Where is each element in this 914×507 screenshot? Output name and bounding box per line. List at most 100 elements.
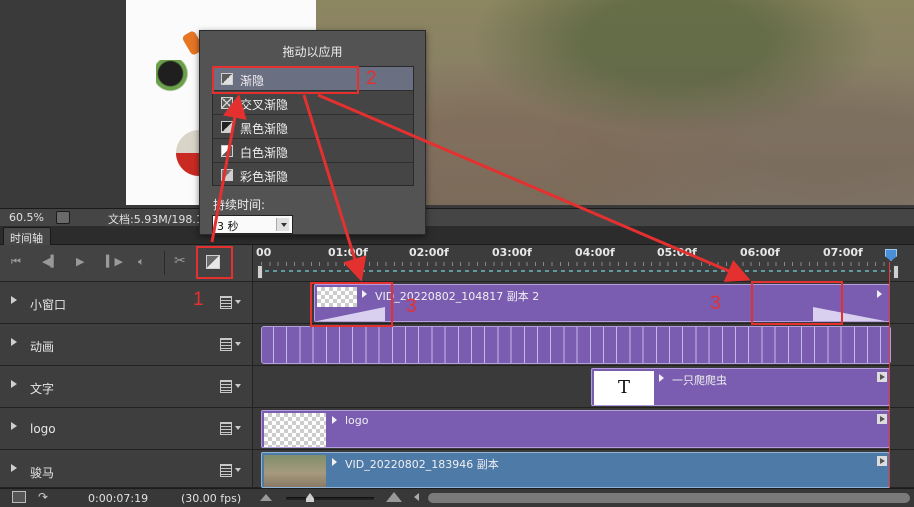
transition-label: 交叉渐隐 <box>240 98 289 112</box>
clip-end-icon[interactable] <box>877 290 882 298</box>
expand-arrow-icon[interactable] <box>11 296 17 304</box>
render-video-icon[interactable] <box>12 491 26 503</box>
film-strip-icon[interactable] <box>220 338 232 351</box>
transition-item-fade[interactable]: 渐隐 <box>213 67 413 91</box>
track-lane-logo[interactable]: logo <box>252 408 914 450</box>
film-strip-icon[interactable] <box>220 422 232 435</box>
horizontal-scrollbar[interactable] <box>428 493 910 503</box>
clip-play-icon[interactable] <box>332 458 337 466</box>
work-area-end-handle[interactable] <box>893 265 899 279</box>
scroll-left-icon[interactable] <box>414 493 419 501</box>
transition-item-fade-black[interactable]: 黑色渐隐 <box>213 115 413 139</box>
tab-timeline[interactable]: 时间轴 <box>3 227 51 245</box>
panel-tabbar: 时间轴 <box>0 226 914 245</box>
animation-frames[interactable] <box>261 326 891 364</box>
ruler-tick: 05:00f <box>657 246 697 259</box>
transition-list: 渐隐 交叉渐隐 黑色渐隐 白色渐隐 彩色渐隐 <box>212 66 414 186</box>
track-lane-text[interactable]: T 一只爬爬虫 <box>252 366 914 408</box>
previous-frame-icon[interactable]: ◀▍ <box>42 255 59 268</box>
chevron-down-icon[interactable] <box>235 342 241 346</box>
annotation-number: 3 <box>710 293 721 314</box>
track-header-animation[interactable]: 动画 <box>0 324 252 366</box>
clip-label: VID_20220802_183946 副本 <box>345 458 499 471</box>
clip-thumbnail <box>264 455 326 487</box>
film-strip-icon[interactable] <box>220 380 232 393</box>
track-lane-small-window[interactable]: VID_20220802_104817 副本 2 <box>252 282 914 324</box>
track-header-small-window[interactable]: 小窗口 <box>0 282 252 324</box>
work-area-start-handle[interactable] <box>257 265 263 279</box>
next-frame-icon[interactable]: ▍▶ <box>106 255 123 268</box>
transition-label: 彩色渐隐 <box>240 170 289 184</box>
expand-arrow-icon[interactable] <box>11 422 17 430</box>
preview-figure <box>156 60 192 94</box>
clip-logo[interactable]: logo <box>261 410 890 448</box>
track-name: 骏马 <box>30 466 55 480</box>
chevron-down-icon[interactable] <box>235 384 241 388</box>
split-scissors-icon[interactable]: ✂ <box>174 253 186 269</box>
skip-to-start-icon[interactable]: ⏮ <box>11 255 21 269</box>
expand-arrow-icon[interactable] <box>11 380 17 388</box>
timeline-zoom-slider[interactable] <box>286 497 374 500</box>
chevron-down-icon[interactable] <box>281 223 287 227</box>
clip-label: 一只爬爬虫 <box>672 374 727 387</box>
track-header-logo[interactable]: logo <box>0 408 252 450</box>
convert-icon[interactable]: ↷ <box>38 490 48 504</box>
clip-small-window[interactable]: VID_20220802_104817 副本 2 <box>314 284 890 322</box>
frame-rate: (30.00 fps) <box>181 492 242 505</box>
annotation-number: 3 <box>406 296 417 317</box>
clip-text[interactable]: T 一只爬爬虫 <box>591 368 890 406</box>
clip-thumbnail <box>264 413 326 447</box>
clip-end-icon[interactable] <box>877 456 887 466</box>
ruler-tick: 04:00f <box>575 246 615 259</box>
expand-arrow-icon[interactable] <box>11 464 17 472</box>
clip-play-icon[interactable] <box>332 416 337 424</box>
film-strip-icon[interactable] <box>220 296 232 309</box>
canvas-preview <box>0 0 914 208</box>
expand-arrow-icon[interactable] <box>11 338 17 346</box>
ruler-tick: 00 <box>256 246 272 259</box>
zoom-level[interactable]: 60.5% <box>9 211 44 224</box>
transition-item-cross-fade[interactable]: 交叉渐隐 <box>213 91 413 115</box>
track-name: 文字 <box>30 382 55 396</box>
clip-end-icon[interactable] <box>877 414 887 424</box>
time-ruler[interactable]: 00 01:00f 02:00f 03:00f 04:00f 05:00f 06… <box>252 245 914 282</box>
track-lane-animation[interactable] <box>252 324 914 366</box>
track-lane-horse[interactable]: VID_20220802_183946 副本 <box>252 450 914 488</box>
clip-end-icon[interactable] <box>877 372 887 382</box>
clip-play-icon[interactable] <box>659 374 664 382</box>
document-info: 文档:5.93M/198.1 <box>108 213 203 226</box>
track-name: 动画 <box>30 340 55 354</box>
track-header-text[interactable]: 文字 <box>0 366 252 408</box>
film-strip-icon[interactable] <box>220 464 232 477</box>
playhead-handle[interactable] <box>885 249 897 261</box>
ruler-tick: 06:00f <box>740 246 780 259</box>
transition-icon[interactable] <box>206 255 220 269</box>
transition-item-fade-white[interactable]: 白色渐隐 <box>213 139 413 163</box>
work-area-bar[interactable] <box>257 265 899 279</box>
transition-item-fade-color[interactable]: 彩色渐隐 <box>213 163 413 185</box>
transition-popup: 拖动以应用 渐隐 交叉渐隐 黑色渐隐 白色渐隐 彩色渐隐 持续时间: 3 秒 <box>199 30 426 235</box>
zoom-out-icon[interactable] <box>260 494 272 501</box>
zoom-slider-knob[interactable] <box>306 493 314 502</box>
clip-play-icon[interactable] <box>362 290 367 298</box>
audio-icon[interactable]: 🔈︎ <box>138 255 145 269</box>
track-name: logo <box>30 422 56 436</box>
text-clip-thumbnail: T <box>594 371 654 405</box>
work-area-line <box>265 270 891 272</box>
fade-in-transition[interactable] <box>317 307 385 321</box>
track-name: 小窗口 <box>30 298 67 312</box>
controls-divider <box>197 251 198 275</box>
track-header-horse[interactable]: 骏马 <box>0 450 252 488</box>
clip-horse[interactable]: VID_20220802_183946 副本 <box>261 452 890 488</box>
zoom-in-icon[interactable] <box>386 492 402 502</box>
fade-out-transition[interactable] <box>813 307 885 321</box>
transition-label: 白色渐隐 <box>240 146 289 160</box>
play-icon[interactable]: ▶ <box>76 255 84 268</box>
duration-label: 持续时间: <box>213 198 266 212</box>
chevron-down-icon[interactable] <box>235 426 241 430</box>
zoom-menu-icon[interactable] <box>56 211 70 224</box>
fade-color-icon <box>221 169 233 181</box>
chevron-down-icon[interactable] <box>235 468 241 472</box>
chevron-down-icon[interactable] <box>235 300 241 304</box>
annotation-number: 1 <box>193 289 204 310</box>
